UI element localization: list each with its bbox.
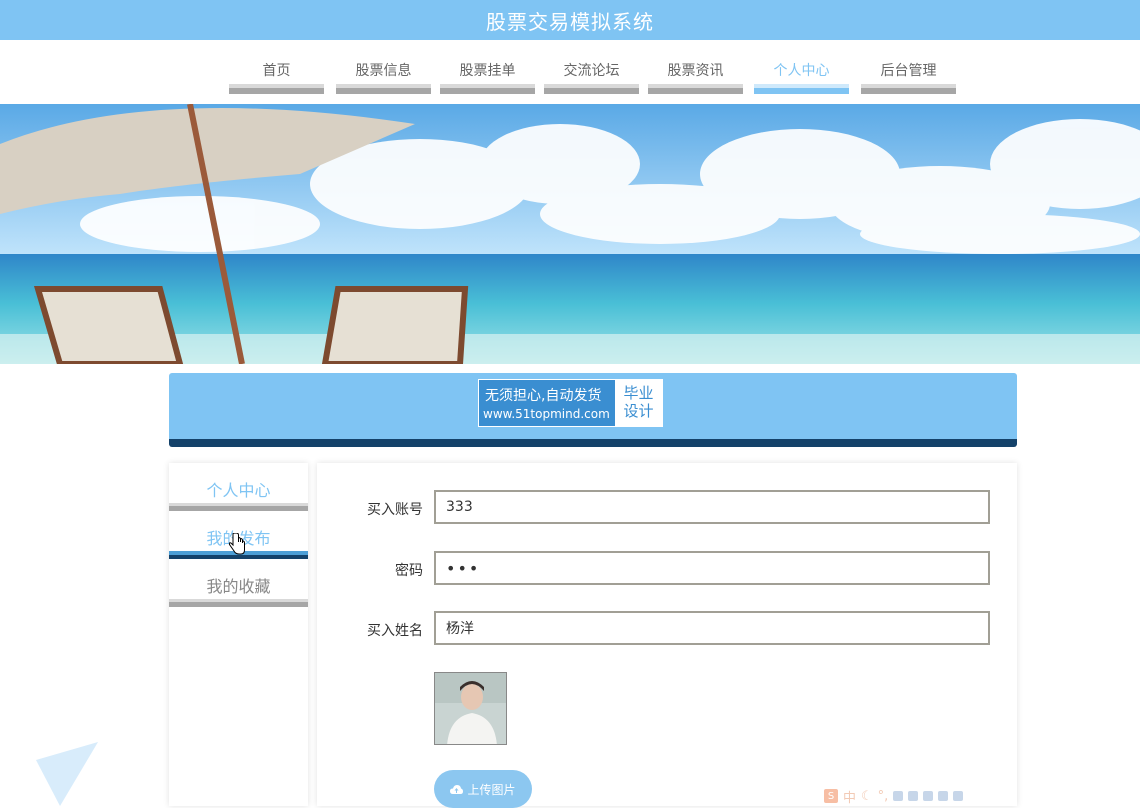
avatar-image[interactable] <box>434 672 507 745</box>
password-input[interactable] <box>434 551 990 585</box>
ime-toolbar[interactable]: S 中 ☾ °, <box>824 786 1004 806</box>
app-header: 股票交易模拟系统 <box>0 0 1140 40</box>
form-row-name: 买入姓名 <box>317 611 1017 647</box>
sidebar: 个人中心 我的发布 我的收藏 <box>169 463 308 806</box>
keyboard-icon <box>893 791 904 801</box>
nav-item-label: 股票资讯 <box>667 63 724 79</box>
grid-icon <box>923 791 934 801</box>
nav-item-underline <box>648 84 743 94</box>
ime-logo-icon: S <box>824 789 838 803</box>
nav-item-label: 交流论坛 <box>563 63 620 79</box>
ad-banner: 无须担心,自动发货 www.51topmind.com 毕业 设计 <box>169 373 1017 447</box>
upload-image-button[interactable]: 上传图片 <box>434 770 532 808</box>
nav-item-stock-info[interactable]: 股票信息 <box>336 40 431 96</box>
nav-item-underline <box>544 84 639 94</box>
sidebar-header-personal-center[interactable]: 个人中心 <box>169 463 308 511</box>
ad-badge-text-2: 设计 <box>623 402 654 420</box>
moon-icon: ☾ <box>861 788 873 804</box>
ad-badge-text-1: 毕业 <box>623 384 654 402</box>
nav-item-admin[interactable]: 后台管理 <box>861 40 956 96</box>
shirt-icon <box>938 791 949 801</box>
nav-item-stock-orders[interactable]: 股票挂单 <box>440 40 535 96</box>
nav-item-underline <box>754 84 849 94</box>
ad-line1: 无须担心,自动发货 <box>485 388 602 404</box>
nav-item-label: 股票挂单 <box>459 63 516 79</box>
nav-item-label: 股票信息 <box>355 63 412 79</box>
ad-badge[interactable]: 无须担心,自动发货 www.51topmind.com 毕业 设计 <box>478 379 663 427</box>
account-input[interactable] <box>434 490 990 524</box>
ad-line2: www.51topmind.com <box>483 407 610 421</box>
sidebar-item-underline <box>169 599 308 607</box>
profile-form: 买入账号 密码 买入姓名 上传图片 <box>317 463 1017 808</box>
gear-icon <box>953 791 964 801</box>
nav-item-underline <box>861 84 956 94</box>
ad-graduation-box: 毕业 设计 <box>615 380 662 426</box>
nav-item-underline <box>440 84 535 94</box>
nav-item-label: 后台管理 <box>880 63 937 79</box>
nav-item-label: 首页 <box>262 63 291 79</box>
sidebar-item-my-favorites[interactable]: 我的收藏 <box>169 559 308 607</box>
punctuation-icon: °, <box>877 788 889 804</box>
sidebar-item-label: 我的收藏 <box>206 577 271 596</box>
nav-item-underline <box>229 84 324 94</box>
nav-item-underline <box>336 84 431 94</box>
nav-item-forum[interactable]: 交流论坛 <box>544 40 639 96</box>
nav-item-stock-news[interactable]: 股票资讯 <box>648 40 743 96</box>
top-nav: 首页 股票信息 股票挂单 交流论坛 股票资讯 个人中心 后台管理 <box>0 40 1140 104</box>
nav-item-home[interactable]: 首页 <box>229 40 324 96</box>
hand-cursor-icon <box>228 533 245 555</box>
nav-item-label: 个人中心 <box>773 63 830 79</box>
sidebar-header-label: 个人中心 <box>206 481 271 500</box>
form-row-password: 密码 <box>317 551 1017 587</box>
ime-lang: 中 <box>843 790 857 806</box>
nav-item-personal-center[interactable]: 个人中心 <box>754 40 849 96</box>
account-label: 买入账号 <box>367 502 423 518</box>
user-icon <box>908 791 919 801</box>
upload-label: 上传图片 <box>467 782 516 797</box>
app-title: 股票交易模拟系统 <box>486 9 654 34</box>
sidebar-item-underline <box>169 503 308 511</box>
beach-banner-image <box>0 104 1140 364</box>
name-label: 买入姓名 <box>367 623 423 639</box>
cloud-upload-icon <box>450 784 464 794</box>
form-row-account: 买入账号 <box>317 490 1017 526</box>
decorative-triangle-icon <box>36 742 98 806</box>
name-input[interactable] <box>434 611 990 645</box>
password-label: 密码 <box>395 563 423 579</box>
